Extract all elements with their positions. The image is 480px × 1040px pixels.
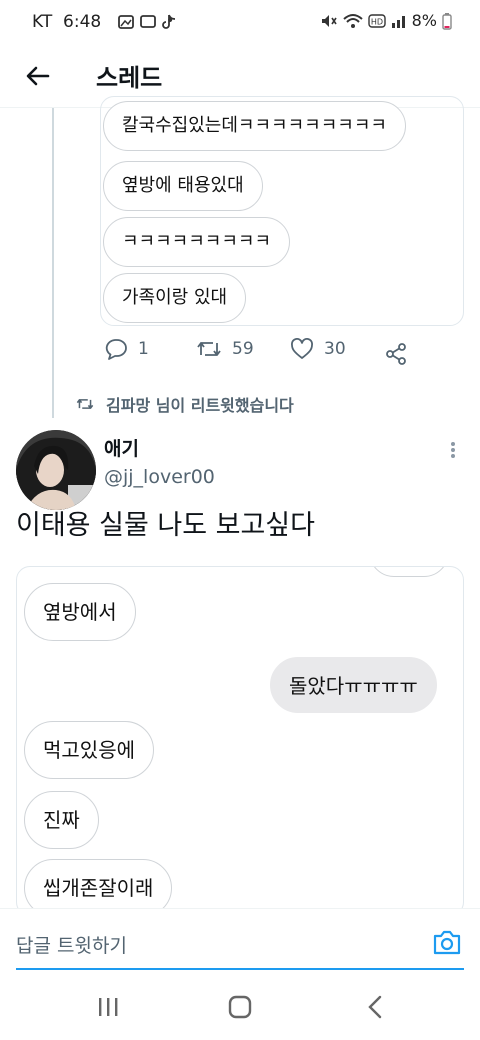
notification-dot: • [166,13,175,29]
back-arrow-icon[interactable] [22,60,54,92]
battery-percent: 8% [411,11,437,30]
wifi-icon [342,13,363,28]
chat-bubble-partial [369,567,449,577]
comment-icon [105,339,127,360]
chat-bubble-mine: 돌았다ㅠㅠㅠㅠ [270,657,437,713]
back-icon[interactable] [362,994,390,1020]
input-underline [16,968,464,970]
heart-icon [291,338,313,359]
like-count: 30 [324,339,346,359]
retweet-notice[interactable]: 김파망 님이 리트윗했습니다 [76,392,294,416]
reply-count: 1 [138,339,149,359]
reply-button[interactable]: 1 [104,338,149,360]
avatar-photo [16,430,96,510]
system-nav-bar [0,972,480,1040]
chat-bubble: 진짜 [24,791,99,849]
page-title: 스레드 [96,64,163,92]
chat-bubble: ㅋㅋㅋㅋㅋㅋㅋㅋㅋ [103,217,291,267]
user-handle[interactable]: @jj_lover00 [104,466,215,488]
retweet-button[interactable]: 59 [196,338,254,360]
tweet-actions: 1 59 30 [100,338,460,370]
home-icon[interactable] [226,994,254,1020]
message-icon [140,15,156,28]
reply-composer[interactable]: 답글 트윗하기 [0,908,480,970]
battery-icon [442,12,452,30]
avatar[interactable] [16,430,96,510]
retweet-icon [197,342,221,356]
camera-icon[interactable] [432,928,462,956]
status-bar: KT 6:48 • HD 8% [0,0,480,44]
hd-icon: HD [367,13,386,28]
chat-bubble: 칼국수집있는데ㅋㅋㅋㅋㅋㅋㅋㅋㅋ [103,101,406,151]
svg-text:HD: HD [371,17,383,26]
status-carrier-time: KT 6:48 [32,12,102,32]
chat-bubble: 옆방에서 [24,583,136,641]
display-name[interactable]: 애기 [104,434,139,461]
retweet-notice-text: 김파망 님이 리트윗했습니다 [106,396,294,415]
like-button[interactable]: 30 [290,338,346,360]
signal-icon [391,15,405,28]
retweet-count: 59 [232,339,254,359]
retweet-small-icon [76,399,94,409]
tweet-image-card-top[interactable]: 칼국수집있는데ㅋㅋㅋㅋㅋㅋㅋㅋㅋ 옆방에 태용있대 ㅋㅋㅋㅋㅋㅋㅋㅋㅋ 가족이랑… [100,96,464,326]
gallery-icon [118,15,134,29]
thread-connector [52,108,54,418]
recent-apps-icon[interactable] [94,994,122,1020]
reply-input[interactable]: 답글 트윗하기 [16,931,127,958]
tweet-text: 이태용 실물 나도 보고싶다 [16,510,315,541]
more-vertical-icon[interactable] [448,440,458,460]
mute-icon [321,14,337,27]
chat-bubble: 가족이랑 있대 [103,273,247,323]
tweet-image-card-bottom[interactable]: 옆방에서 돌았다ㅠㅠㅠㅠ 먹고있응에 진짜 씹개존잘이래 [16,566,464,916]
chat-bubble: 옆방에 태용있대 [103,161,263,211]
chat-bubble: 먹고있응에 [24,721,154,779]
share-icon[interactable] [384,342,408,366]
status-system-icons: HD 8% [320,11,452,30]
